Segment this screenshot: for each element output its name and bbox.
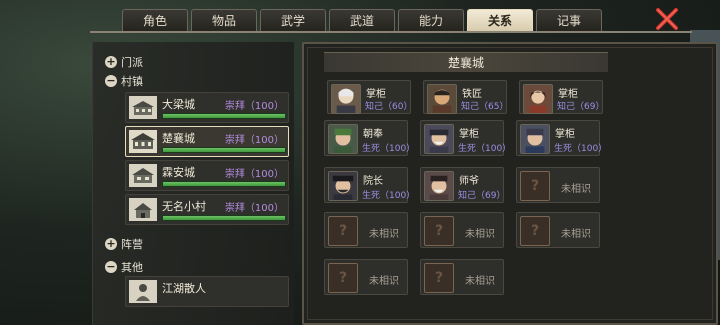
relation-category-panel: + 门派 − 村镇 大梁城 崇拜（100） 楚襄城 崇拜（100） 霖安城 崇拜… [92, 42, 294, 325]
town-name: 大梁城 [162, 98, 195, 111]
npc-relation: 知己（69） [458, 191, 506, 201]
other-name: 江湖散人 [162, 282, 206, 295]
expand-icon: + [105, 237, 117, 250]
unknown-label: 未相识 [465, 229, 495, 240]
npc-card-unknown[interactable]: ? 未相识 [420, 259, 504, 295]
collapse-icon: − [105, 74, 117, 87]
unknown-label: 未相识 [561, 229, 591, 240]
unknown-label: 未相识 [369, 229, 399, 240]
npc-card-unknown[interactable]: ? 未相识 [516, 212, 600, 248]
close-icon[interactable] [655, 7, 679, 31]
tab-character[interactable]: 角色 [122, 9, 188, 31]
unknown-avatar-icon: ? [424, 216, 454, 246]
expand-icon: + [105, 55, 117, 68]
tab-journal[interactable]: 记事 [536, 9, 602, 31]
npc-card-unknown[interactable]: ? 未相识 [324, 259, 408, 295]
village-house-icon [129, 198, 157, 221]
panel-title: 楚襄城 [324, 52, 608, 72]
unknown-avatar-icon: ? [328, 263, 358, 293]
relation-bar [162, 215, 286, 221]
npc-avatar [520, 124, 550, 154]
unknown-label: 未相识 [465, 276, 495, 287]
town-building-icon [129, 96, 157, 119]
collapse-icon: − [105, 260, 117, 273]
unknown-label: 未相识 [369, 276, 399, 287]
tab-relations[interactable]: 关系 [467, 9, 533, 31]
npc-role: 掌柜 [555, 129, 575, 140]
npc-role: 掌柜 [459, 129, 479, 140]
unknown-avatar-icon: ? [520, 171, 550, 201]
town-relation: 崇拜（100） [224, 135, 284, 146]
tab-martial-way[interactable]: 武道 [329, 9, 395, 31]
npc-card[interactable]: 掌柜 知己（69） [519, 80, 605, 114]
npc-role: 掌柜 [558, 89, 578, 100]
relation-bar [162, 181, 286, 187]
town-item-linan[interactable]: 霖安城 崇拜（100） [125, 160, 289, 191]
npc-relation: 生死（100） [362, 144, 416, 154]
town-relation: 崇拜（100） [224, 101, 284, 112]
npc-relation: 知己（65） [461, 102, 509, 112]
group-towns[interactable]: − 村镇 [105, 73, 143, 89]
unknown-avatar-icon: ? [328, 216, 358, 246]
town-building-icon [129, 130, 157, 153]
town-name: 无名小村 [162, 200, 206, 213]
town-name: 楚襄城 [162, 132, 195, 145]
npc-relation: 知己（69） [557, 102, 605, 112]
wanderer-icon [129, 280, 157, 303]
npc-card[interactable]: 铁匠 知己（65） [423, 80, 509, 114]
npc-role: 掌柜 [366, 89, 386, 100]
town-name: 霖安城 [162, 166, 195, 179]
town-building-icon [129, 164, 157, 187]
town-item-chuxiang[interactable]: 楚襄城 崇拜（100） [125, 126, 289, 157]
tab-martial-arts[interactable]: 武学 [260, 9, 326, 31]
tab-divider [90, 31, 692, 33]
group-label: 其他 [121, 261, 143, 274]
group-label: 村镇 [121, 75, 143, 88]
npc-relation: 生死（100） [458, 144, 512, 154]
tab-abilities[interactable]: 能力 [398, 9, 464, 31]
npc-avatar [328, 171, 358, 201]
npc-card-unknown[interactable]: ? 未相识 [516, 167, 600, 203]
group-label: 门派 [121, 56, 143, 69]
tab-bar: 角色 物品 武学 武道 能力 关系 记事 [122, 9, 602, 31]
other-item-wanderer[interactable]: 江湖散人 [125, 276, 289, 307]
relation-detail-panel: 楚襄城 掌柜 知己（60） 铁匠 知己（65） 掌柜 知己（69） 朝奉 生死（… [302, 42, 718, 325]
npc-card[interactable]: 朝奉 生死（100） [324, 120, 415, 156]
tab-items[interactable]: 物品 [191, 9, 257, 31]
group-label: 阵营 [121, 238, 143, 251]
group-other[interactable]: − 其他 [105, 259, 143, 275]
town-relation: 崇拜（100） [224, 169, 284, 180]
group-faction[interactable]: + 阵营 [105, 236, 143, 252]
town-relation: 崇拜（100） [224, 203, 284, 214]
unknown-label: 未相识 [561, 184, 591, 195]
npc-relation: 生死（100） [554, 144, 608, 154]
npc-role: 院长 [363, 176, 383, 187]
npc-avatar [427, 84, 457, 114]
npc-avatar [328, 124, 358, 154]
npc-role: 朝奉 [363, 129, 383, 140]
npc-card[interactable]: 掌柜 生死（100） [516, 120, 607, 156]
npc-card[interactable]: 掌柜 知己（60） [327, 80, 413, 114]
npc-avatar [331, 84, 361, 114]
town-item-wuming[interactable]: 无名小村 崇拜（100） [125, 194, 289, 225]
npc-avatar [424, 124, 454, 154]
unknown-avatar-icon: ? [424, 263, 454, 293]
npc-card-unknown[interactable]: ? 未相识 [324, 212, 408, 248]
npc-relation: 知己（60） [365, 102, 413, 112]
group-sect[interactable]: + 门派 [105, 54, 143, 70]
npc-card[interactable]: 院长 生死（100） [324, 167, 415, 203]
npc-role: 铁匠 [462, 89, 482, 100]
unknown-avatar-icon: ? [520, 216, 550, 246]
npc-card[interactable]: 师爷 知己（69） [420, 167, 506, 203]
npc-role: 师爷 [459, 176, 479, 187]
npc-avatar [523, 84, 553, 114]
npc-card[interactable]: 掌柜 生死（100） [420, 120, 511, 156]
npc-avatar [424, 171, 454, 201]
npc-relation: 生死（100） [362, 191, 416, 201]
npc-card-unknown[interactable]: ? 未相识 [420, 212, 504, 248]
relation-bar [162, 113, 286, 119]
town-item-daliang[interactable]: 大梁城 崇拜（100） [125, 92, 289, 123]
relation-bar [162, 147, 286, 153]
